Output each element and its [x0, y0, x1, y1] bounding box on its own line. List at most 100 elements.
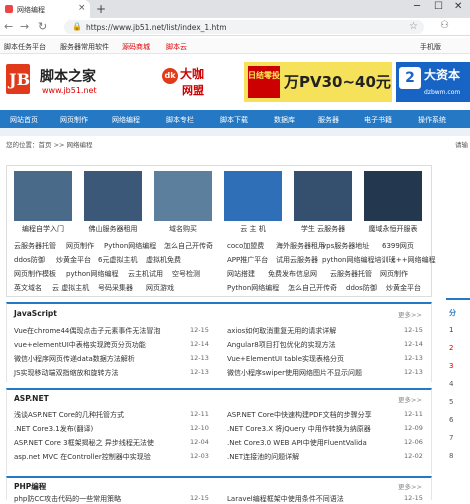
ad3-url: dzbwm.com — [424, 89, 461, 96]
link[interactable]: 网页制作 — [380, 269, 408, 279]
link[interactable]: APP推广平台 — [227, 255, 268, 265]
link[interactable]: python网络编程 — [66, 269, 119, 279]
gallery-caption-1[interactable]: 编程自学入门 — [14, 224, 72, 234]
gallery-image-2[interactable] — [84, 171, 142, 221]
link[interactable]: Python网络编程 — [227, 283, 279, 293]
bookmark-star-icon[interactable]: ☆ — [409, 21, 418, 32]
ad-pv[interactable]: 日结零投 万PV30~40元 — [244, 62, 392, 102]
link[interactable]: Python网络编程 — [104, 241, 156, 251]
reload-icon[interactable]: ↻ — [38, 20, 47, 33]
nav-item-os[interactable]: 操作系统 — [418, 115, 446, 125]
link[interactable]: 云服务器托管 — [330, 269, 372, 279]
link[interactable]: 云服务器托管 — [14, 241, 56, 251]
maximize-icon[interactable]: ☐ — [434, 1, 443, 12]
link[interactable]: 海外服务器租用 — [276, 241, 325, 251]
gallery-image-3[interactable] — [154, 171, 212, 221]
link[interactable]: 6元虚拟主机 — [98, 255, 137, 265]
link[interactable]: 网页制作模板 — [14, 269, 56, 279]
link[interactable]: 怎么自己开传奇 — [288, 283, 337, 293]
article-link[interactable]: Angular8项目打包优化的实现方法 — [227, 340, 336, 350]
ad-dakawm[interactable]: dk 大咖 网盟 — [160, 62, 232, 102]
link[interactable]: 怎么自己开传奇 — [164, 241, 213, 251]
link[interactable]: coco加盟费 — [227, 241, 264, 251]
link[interactable]: vps服务器地址 — [322, 241, 369, 251]
minimize-icon[interactable]: ─ — [414, 1, 420, 12]
link[interactable]: 免费发布信息网 — [268, 269, 317, 279]
article-link[interactable]: vue+elementUI中表格实现跨页分页功能 — [14, 340, 146, 350]
link[interactable]: c++网络编程 — [392, 255, 436, 265]
nav-item-home[interactable]: 网站首页 — [10, 115, 38, 125]
gallery-image-4[interactable] — [224, 171, 282, 221]
article-date: 12-14 — [404, 340, 423, 348]
close-tab-icon[interactable]: × — [78, 3, 86, 13]
link[interactable]: 网站搭建 — [227, 269, 255, 279]
article-link[interactable]: axios如何取消重复无用的请求详解 — [227, 326, 336, 336]
url-input[interactable]: 🔒 https://www.jb51.net/list/index_1.htm … — [64, 20, 424, 34]
article-link[interactable]: .NET连接池的问题详解 — [227, 452, 299, 462]
nav-item-downloads[interactable]: 脚本下载 — [220, 115, 248, 125]
topbar-link-mobile[interactable]: 手机版 — [420, 42, 441, 52]
gallery-caption-5[interactable]: 学生 云服务器 — [294, 224, 352, 234]
more-link[interactable]: 更多>> — [398, 481, 422, 491]
link[interactable]: 虚拟机免费 — [146, 255, 181, 265]
article-link[interactable]: ASP.NET Core 3框架揭秘之 异步线程无法使 — [14, 438, 154, 448]
article-link[interactable]: 微信小程序swiper使用网络图片不显示问题 — [227, 368, 362, 378]
article-link[interactable]: php防CC攻击代码的一些常用策略 — [14, 494, 121, 504]
link[interactable]: ddos防御 — [346, 283, 377, 293]
link[interactable]: 试用云服务器 — [276, 255, 318, 265]
link[interactable]: 云主机试用 — [128, 269, 163, 279]
article-link[interactable]: .Net Core3.0 WEB API中使用FluentValida — [227, 438, 367, 448]
link[interactable]: 炒黄金平台 — [56, 255, 91, 265]
back-icon[interactable]: ← — [4, 20, 13, 33]
profile-icon[interactable]: ⚇ — [440, 20, 449, 31]
new-tab-icon[interactable]: + — [96, 2, 106, 16]
link[interactable]: 空号检测 — [172, 269, 200, 279]
more-link[interactable]: 更多>> — [398, 394, 422, 404]
article-link[interactable]: .NET Core3.X 将jQuery 中用作转换为纳原器 — [227, 424, 371, 434]
article-link[interactable]: 微信小程序网页传递data数据方法解析 — [14, 354, 135, 364]
nav-item-server[interactable]: 服务器 — [318, 115, 339, 125]
favicon-icon — [5, 5, 13, 13]
article-link[interactable]: Vue+ElementUI table实现表格分页 — [227, 354, 344, 364]
article-link[interactable]: ASP.NET Core中快速构建PDF文档的步骤分享 — [227, 410, 372, 420]
article-link[interactable]: 浅谈ASP.NET Core的几种托管方式 — [14, 410, 124, 420]
browser-tab[interactable]: 网络编程 × — [0, 0, 90, 18]
gallery-image-1[interactable] — [14, 171, 72, 221]
link[interactable]: 6399网页 — [382, 241, 414, 251]
forward-icon[interactable]: → — [20, 20, 29, 33]
topbar-link-cloud[interactable]: 脚本云 — [166, 42, 187, 52]
link[interactable]: ddos防御 — [14, 255, 45, 265]
gallery-caption-2[interactable]: 佛山服务器租用 — [84, 224, 142, 234]
article-link[interactable]: JS实现移动端双指缩放和旋转方法 — [14, 368, 119, 378]
nav-item-webdesign[interactable]: 网页制作 — [60, 115, 88, 125]
search-hint[interactable]: 请输 — [455, 139, 468, 149]
gallery-caption-6[interactable]: 魔域永恒开服表 — [364, 224, 422, 234]
link[interactable]: 号码采集器 — [98, 283, 133, 293]
article-link[interactable]: Vue在chrome44偶现点击子元素事件无法冒泡 — [14, 326, 160, 336]
more-link[interactable]: 更多>> — [398, 309, 422, 319]
link[interactable]: 网页游戏 — [146, 283, 174, 293]
nav-item-ebooks[interactable]: 电子书籍 — [364, 115, 392, 125]
link[interactable]: 炒黄金平台 — [386, 283, 421, 293]
nav-item-scripts[interactable]: 脚本专栏 — [166, 115, 194, 125]
browser-tab-bar: 网络编程 × + ─ ☐ ✕ — [0, 0, 470, 18]
close-window-icon[interactable]: ✕ — [454, 1, 462, 12]
gallery-caption-4[interactable]: 云 主 机 — [224, 224, 282, 234]
ad-dazibwm[interactable]: 2 大资本 dzbwm.com — [396, 62, 470, 102]
topbar-link-software[interactable]: 服务器常用软件 — [60, 42, 109, 52]
article-link[interactable]: Laravel编程框架中使用条件不同语法 — [227, 494, 344, 504]
article-link[interactable]: asp.net MVC 在Controller控制器中实现验 — [14, 452, 151, 462]
link[interactable]: 英文域名 — [14, 283, 42, 293]
nav-item-programming[interactable]: 网络编程 — [112, 115, 140, 125]
topbar-link-source[interactable]: 源码商城 — [122, 42, 150, 52]
nav-item-database[interactable]: 数据库 — [274, 115, 295, 125]
gallery-image-5[interactable] — [294, 171, 352, 221]
link[interactable]: 云 虚拟主机 — [52, 283, 89, 293]
article-link[interactable]: .NET Core3.1发布(翻译) — [14, 424, 93, 434]
link[interactable]: 网页制作 — [66, 241, 94, 251]
link[interactable]: python网络编程培训班 — [322, 255, 396, 265]
gallery-image-6[interactable] — [364, 171, 422, 221]
topbar-link-task[interactable]: 脚本任务平台 — [4, 42, 46, 52]
gallery-caption-3[interactable]: 域名购买 — [154, 224, 212, 234]
site-logo[interactable]: JB — [6, 64, 30, 94]
